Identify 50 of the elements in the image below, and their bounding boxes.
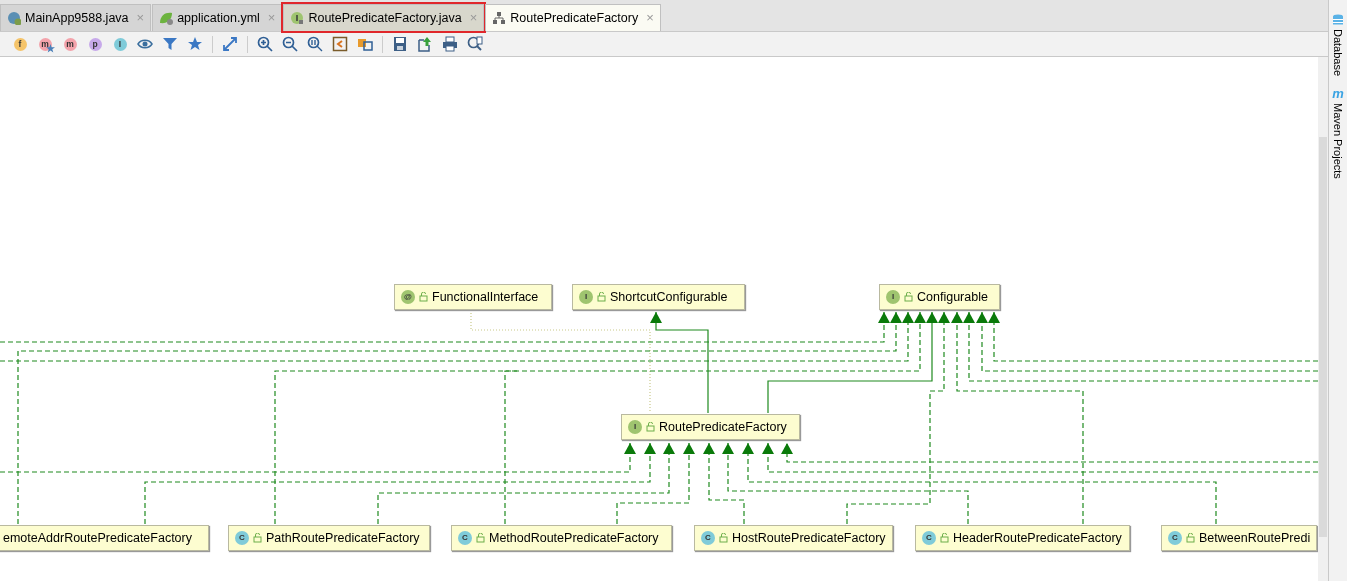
editor-tab[interactable]: application.yml × bbox=[152, 4, 283, 31]
export-icon[interactable] bbox=[417, 36, 433, 52]
maven-icon: m bbox=[1332, 88, 1344, 101]
lock-icon bbox=[719, 533, 728, 543]
class-node[interactable]: C PathRoutePredicateFactory bbox=[228, 525, 430, 551]
interface-node[interactable]: I ShortcutConfigurable bbox=[572, 284, 745, 310]
lock-icon bbox=[940, 533, 949, 543]
lock-icon bbox=[1186, 533, 1195, 543]
lock-icon bbox=[646, 422, 655, 432]
zoom-in-icon[interactable] bbox=[257, 36, 273, 52]
class-node[interactable]: emoteAddrRoutePredicateFactory bbox=[0, 525, 209, 551]
lock-icon bbox=[419, 292, 428, 302]
expand-icon[interactable] bbox=[222, 36, 238, 52]
filter-toggle-button[interactable]: p bbox=[84, 33, 106, 55]
save-icon[interactable] bbox=[392, 36, 408, 52]
preview-icon[interactable] bbox=[467, 36, 483, 52]
interface-node[interactable]: I Configurable bbox=[879, 284, 1000, 310]
fit-content-icon[interactable] bbox=[332, 36, 348, 52]
diagram-icon bbox=[492, 11, 507, 25]
class-node[interactable]: C HostRoutePredicateFactory bbox=[694, 525, 893, 551]
zoom-out-icon[interactable] bbox=[282, 36, 298, 52]
class-node[interactable]: C MethodRoutePredicateFactory bbox=[451, 525, 672, 551]
actual-size-icon[interactable] bbox=[307, 36, 323, 52]
editor-tab[interactable]: RoutePredicateFactory × bbox=[485, 4, 661, 31]
filter-toggle-button[interactable]: I bbox=[109, 33, 131, 55]
maven-projects-tab[interactable]: m Maven Projects bbox=[1329, 88, 1347, 179]
lock-icon bbox=[253, 533, 262, 543]
annotation-node[interactable]: @ FunctionalInterface bbox=[394, 284, 552, 310]
scrollbar[interactable] bbox=[1318, 57, 1328, 581]
print-icon[interactable] bbox=[442, 36, 458, 52]
class-file-icon bbox=[7, 11, 21, 25]
scrollbar-thumb[interactable] bbox=[1319, 137, 1327, 537]
filter-icon[interactable] bbox=[162, 36, 178, 52]
lock-icon bbox=[904, 292, 913, 302]
star-icon[interactable] bbox=[187, 36, 203, 52]
editor-tab[interactable]: MainApp9588.java × bbox=[0, 4, 152, 31]
filter-toggle-button[interactable]: m bbox=[59, 33, 81, 55]
interface-file-icon bbox=[290, 11, 305, 25]
leaf-icon bbox=[159, 11, 174, 25]
filter-toggle-button[interactable]: f bbox=[9, 33, 31, 55]
filter-toggle-button[interactable]: m bbox=[34, 33, 56, 55]
class-node[interactable]: C BetweenRoutePredi bbox=[1161, 525, 1318, 551]
interface-node[interactable]: I RoutePredicateFactory bbox=[621, 414, 800, 440]
database-tab[interactable]: Database bbox=[1329, 14, 1347, 77]
class-node[interactable]: C HeaderRoutePredicateFactory bbox=[915, 525, 1130, 551]
lock-icon bbox=[597, 292, 606, 302]
editor-tab[interactable]: RoutePredicateFactory.java × bbox=[283, 4, 485, 31]
lock-icon bbox=[476, 533, 485, 543]
layout-icon[interactable] bbox=[357, 36, 373, 52]
database-icon bbox=[1332, 14, 1344, 26]
